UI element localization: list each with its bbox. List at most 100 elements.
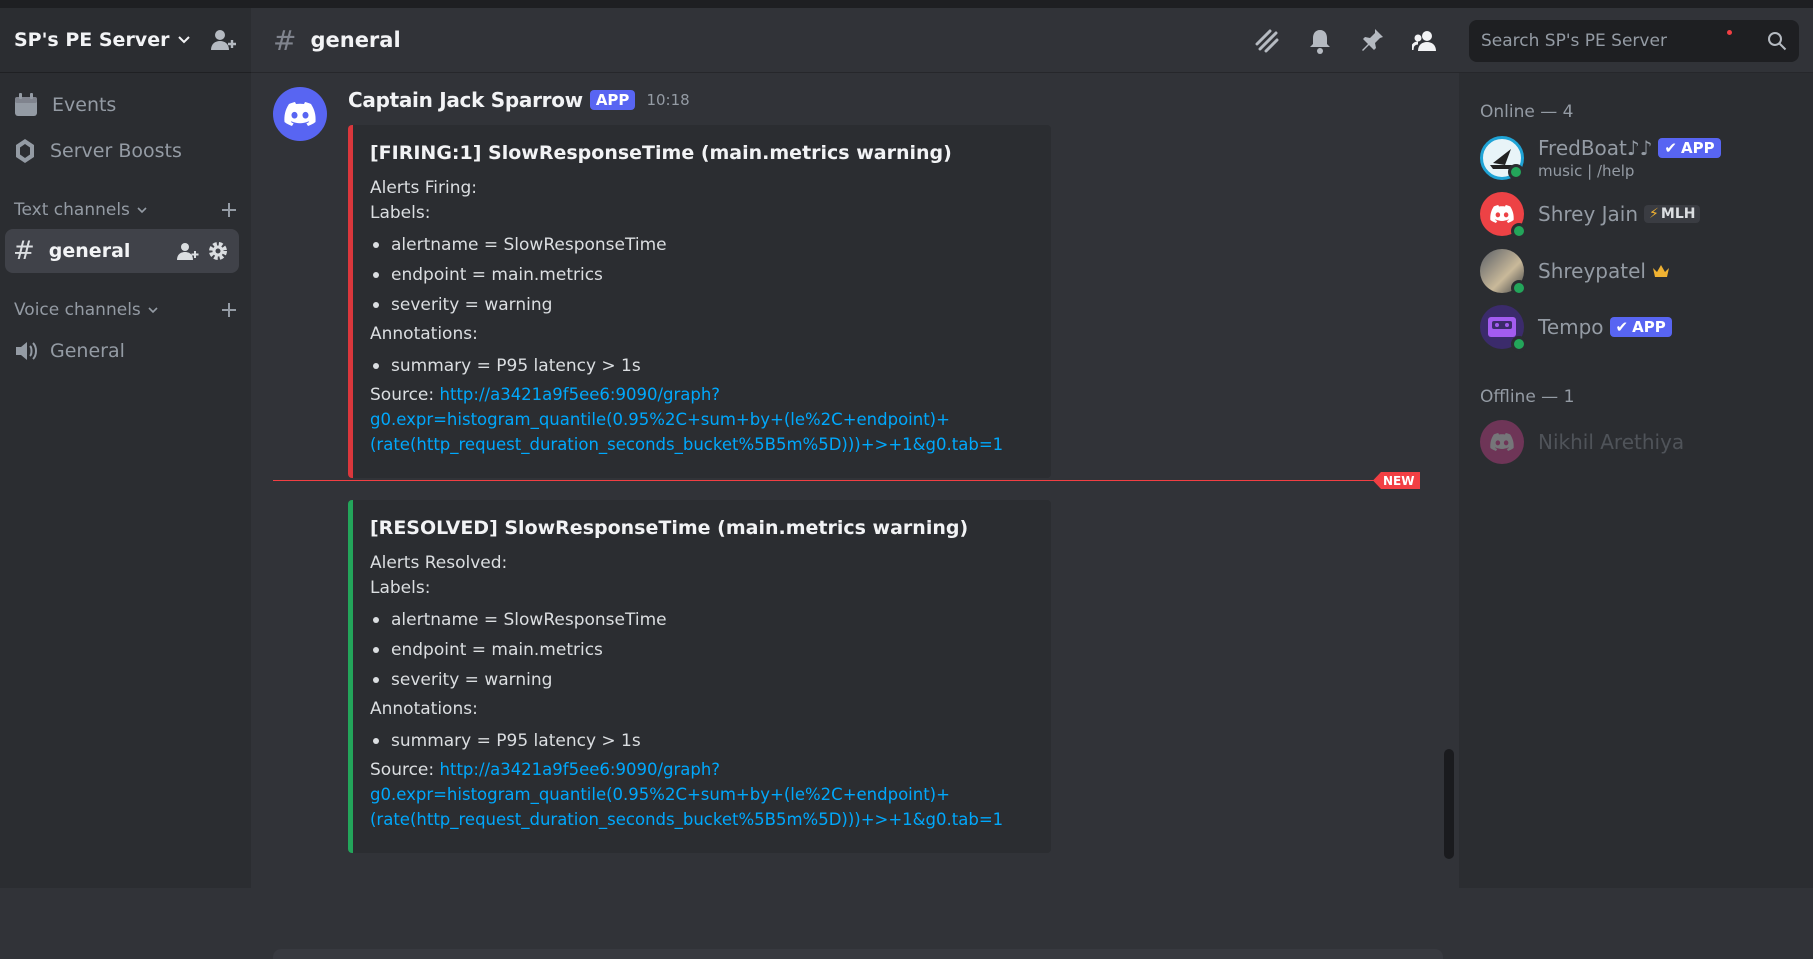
server-header[interactable]: SP's PE Server [0, 8, 251, 73]
labels-heading: Labels: [370, 578, 431, 598]
app-badge: APP [589, 90, 636, 110]
member-name: Shrey Jain [1538, 202, 1639, 226]
author-name[interactable]: Captain Jack Sparrow [348, 88, 583, 112]
source-link[interactable]: http://a3421a9f5ee6:9090/graph? [440, 760, 721, 779]
annotations-list: summary = P95 latency > 1s [370, 726, 1035, 756]
calendar-icon [15, 93, 37, 116]
hash-icon: # [273, 23, 297, 57]
channel-item-general[interactable]: # general [5, 229, 239, 273]
crown-icon [1652, 265, 1669, 277]
source-line: Source: http://a3421a9f5ee6:9090/graph? … [370, 758, 1035, 833]
add-channel-icon[interactable] [221, 202, 237, 218]
member-status-text: music | /help [1538, 162, 1635, 180]
alert-embed-resolved: [RESOLVED] SlowResponseTime (main.metric… [348, 500, 1051, 853]
chevron-down-icon [178, 36, 191, 44]
voice-channel-general[interactable]: General [0, 329, 251, 373]
timestamp[interactable]: 10:18 [646, 91, 689, 109]
channel-title: general [310, 28, 401, 52]
list-item: summary = P95 latency > 1s [370, 726, 1035, 756]
message-header: Captain Jack Sparrow APP 10:18 [348, 83, 690, 117]
labels-heading: Labels: [370, 203, 431, 223]
chevron-down-icon [148, 307, 158, 314]
list-item: severity = warning [370, 290, 1035, 320]
check-icon: ✔ [1664, 139, 1677, 157]
source-label: Source: [370, 760, 435, 780]
online-status-icon [1511, 336, 1527, 352]
chat-area: # general Search SP's PE Server Captain … [251, 8, 1813, 959]
search-icon [1768, 32, 1787, 51]
member-name: Nikhil Arethiya [1538, 430, 1685, 454]
list-item: alertname = SlowResponseTime [370, 230, 1035, 260]
voice-channels-category[interactable]: Voice channels [0, 295, 251, 325]
new-messages-divider [273, 480, 1419, 481]
source-link-cont[interactable]: g0.expr=histogram_quantile(0.95%2C+sum+b… [370, 410, 950, 429]
new-badge: NEW [1373, 472, 1421, 489]
source-link-cont[interactable]: g0.expr=histogram_quantile(0.95%2C+sum+b… [370, 785, 950, 804]
embed-title: [FIRING:1] SlowResponseTime (main.metric… [370, 142, 952, 164]
avatar [1480, 305, 1527, 352]
member-name: Tempo [1538, 315, 1604, 339]
source-link-cont[interactable]: (rate(http_request_duration_seconds_buck… [370, 435, 1003, 454]
boost-gem-icon [16, 139, 34, 163]
voice-channels-label: Voice channels [14, 300, 141, 320]
embed-title: [RESOLVED] SlowResponseTime (main.metric… [370, 517, 969, 539]
source-line: Source: http://a3421a9f5ee6:9090/graph? … [370, 383, 1035, 458]
lightning-icon: ⚡ [1649, 206, 1659, 222]
mlh-tag: ⚡ MLH [1644, 205, 1701, 223]
threads-icon[interactable] [1254, 28, 1280, 54]
member-name: Shreypatel [1538, 259, 1646, 283]
chevron-down-icon [137, 207, 147, 214]
online-status-icon [1508, 164, 1524, 180]
member-nikhil-arethiya[interactable]: Nikhil Arethiya [1459, 420, 1684, 464]
app-badge: ✔ APP [1609, 317, 1672, 337]
search-input[interactable]: Search SP's PE Server [1481, 31, 1667, 51]
invite-people-icon[interactable] [211, 28, 237, 52]
member-shreypatel[interactable]: Shreypatel [1459, 249, 1670, 296]
alert-embed-firing: [FIRING:1] SlowResponseTime (main.metric… [348, 125, 1051, 478]
avatar [1480, 249, 1527, 296]
gear-icon[interactable] [207, 240, 229, 262]
member-shrey-jain[interactable]: Shrey Jain ⚡ MLH [1459, 192, 1701, 239]
annotations-heading: Annotations: [370, 324, 478, 344]
search-bar[interactable]: Search SP's PE Server [1469, 20, 1799, 62]
member-tempo[interactable]: Tempo ✔ APP [1459, 305, 1672, 352]
voice-channel-name: General [50, 340, 125, 362]
mlh-tag-label: MLH [1660, 206, 1696, 222]
server-boosts-nav-item[interactable]: Server Boosts [0, 129, 251, 173]
message-input[interactable] [273, 949, 1443, 959]
cassette-icon [1488, 317, 1516, 337]
list-item: alertname = SlowResponseTime [370, 605, 1035, 635]
events-nav-item[interactable]: Events [0, 83, 251, 127]
discord-logo-icon [284, 102, 316, 126]
app-badge-label: APP [1632, 318, 1666, 336]
text-channels-category[interactable]: Text channels [0, 195, 251, 225]
bell-icon[interactable] [1308, 28, 1332, 54]
source-label: Source: [370, 385, 435, 405]
avatar [1480, 192, 1527, 239]
member-list-icon[interactable] [1412, 29, 1438, 53]
discord-logo-icon [1490, 205, 1514, 223]
server-name-wrap[interactable]: SP's PE Server [14, 29, 191, 51]
online-status-icon [1511, 223, 1527, 239]
scrollbar-thumb[interactable] [1444, 749, 1454, 859]
member-fredboat[interactable]: FredBoat♪♪ ✔ APP music | /help [1459, 136, 1721, 180]
member-name: FredBoat♪♪ [1538, 136, 1653, 160]
member-list: Online — 4 FredBoat♪♪ ✔ APP music | /help… [1459, 65, 1813, 888]
add-channel-icon[interactable] [221, 302, 237, 318]
avatar [1480, 420, 1524, 464]
text-channels-label: Text channels [14, 200, 130, 220]
channel-name: general [48, 240, 131, 262]
avatar[interactable] [273, 87, 327, 141]
list-item: endpoint = main.metrics [370, 260, 1035, 290]
offline-section-title: Offline — 1 [1480, 387, 1575, 407]
check-icon: ✔ [1615, 318, 1629, 336]
events-label: Events [52, 94, 117, 116]
source-link[interactable]: http://a3421a9f5ee6:9090/graph? [440, 385, 721, 404]
pin-icon[interactable] [1360, 28, 1384, 54]
list-item: summary = P95 latency > 1s [370, 351, 1035, 381]
app-badge: ✔ APP [1658, 138, 1721, 158]
channel-sidebar: SP's PE Server Events Server Boosts Text… [0, 8, 251, 888]
notification-dot [1727, 30, 1732, 35]
source-link-cont[interactable]: (rate(http_request_duration_seconds_buck… [370, 810, 1003, 829]
create-invite-icon[interactable] [177, 241, 199, 261]
